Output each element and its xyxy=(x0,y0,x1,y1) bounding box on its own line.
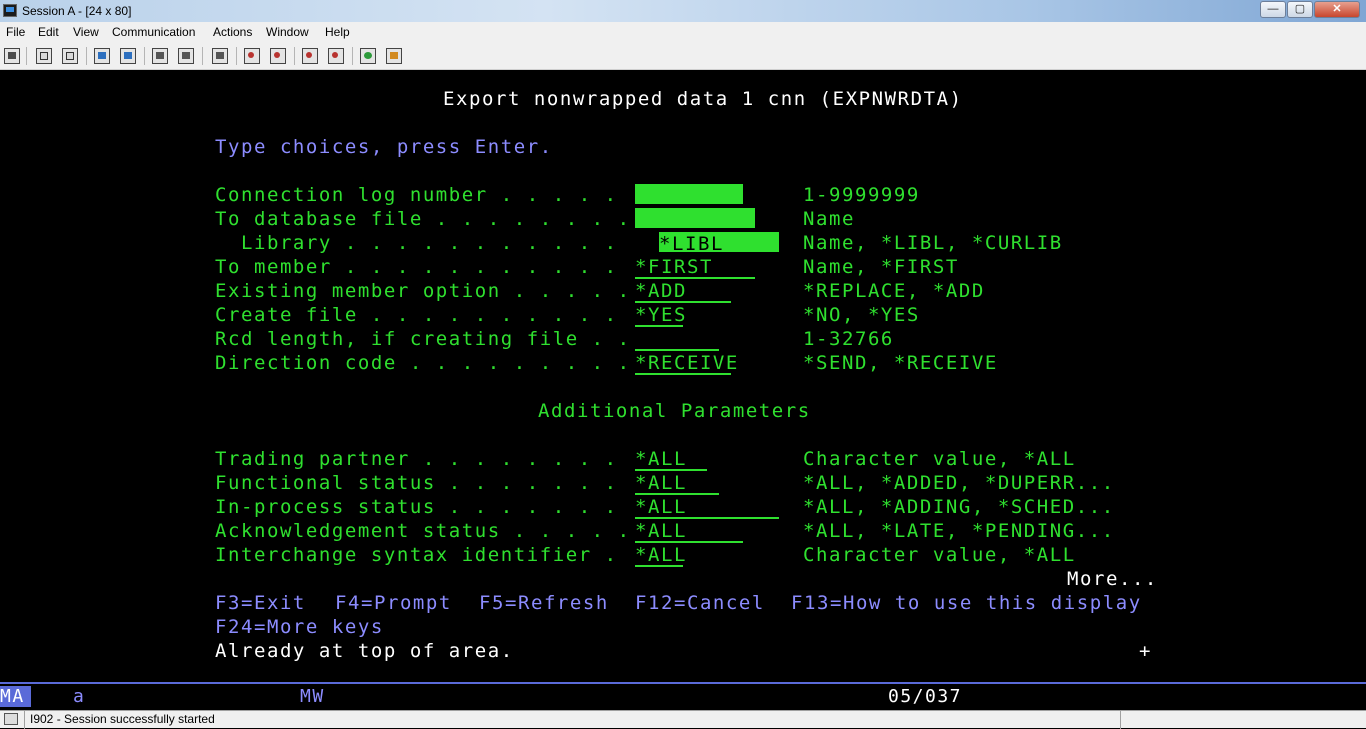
send-file-icon[interactable] xyxy=(94,48,110,64)
toolbar-separator xyxy=(86,47,87,65)
field-label-interchange-syntax: Interchange syntax identifier . xyxy=(215,544,618,566)
screen-title: Export nonwrapped data 1 cnn (EXPNWRDTA) xyxy=(443,88,963,110)
macro-edit-icon[interactable] xyxy=(328,48,344,64)
interchange-syntax-input[interactable]: *ALL xyxy=(635,543,685,567)
connection-log-input[interactable] xyxy=(635,184,743,204)
toolbar-separator xyxy=(26,47,27,65)
functional-status-input[interactable]: *ALL xyxy=(635,471,719,495)
toolbar-separator xyxy=(144,47,145,65)
hint-rcd-length: 1-32766 xyxy=(803,328,894,350)
database-file-input[interactable] xyxy=(635,208,755,228)
menu-actions[interactable]: Actions xyxy=(213,25,252,39)
oia-shift: a xyxy=(73,686,86,707)
field-label-connection-log: Connection log number . . . . . xyxy=(215,184,618,206)
maximize-button[interactable]: ▢ xyxy=(1287,1,1313,18)
display-icon[interactable] xyxy=(152,48,168,64)
plus-indicator: + xyxy=(1139,640,1152,662)
connection-icon xyxy=(4,713,18,725)
rcd-length-input[interactable] xyxy=(635,327,719,351)
direction-code-input[interactable]: *RECEIVE xyxy=(635,351,737,375)
close-button[interactable]: ✕ xyxy=(1314,1,1360,18)
trading-partner-input[interactable]: *ALL xyxy=(635,447,707,471)
app-icon[interactable] xyxy=(3,4,17,17)
toolbar xyxy=(0,42,1366,70)
field-label-library: Library . . . . . . . . . . . xyxy=(215,232,618,254)
receive-file-icon[interactable] xyxy=(120,48,136,64)
window-title: Session A - [24 x 80] xyxy=(22,4,132,18)
status-divider xyxy=(1120,711,1121,729)
fkey-prompt[interactable]: F4=Prompt xyxy=(335,591,452,615)
color-icon[interactable] xyxy=(360,48,376,64)
field-label-rcd-length: Rcd length, if creating file . . xyxy=(215,328,631,350)
hint-database-file: Name xyxy=(803,208,855,230)
play-macro-icon[interactable] xyxy=(270,48,286,64)
title-bar: Session A - [24 x 80] — ▢ ✕ xyxy=(0,0,1366,22)
toolbar-separator xyxy=(294,47,295,65)
field-label-existing-member: Existing member option . . . . . xyxy=(215,280,631,302)
operator-info-area: MA a MW 05/037 xyxy=(0,684,1366,710)
fkey-cancel[interactable]: F12=Cancel xyxy=(635,591,765,615)
hint-library: Name, *LIBL, *CURLIB xyxy=(803,232,1063,254)
field-label-to-member: To member . . . . . . . . . . . xyxy=(215,256,618,278)
status-message: I902 - Session successfully started xyxy=(30,712,215,726)
menu-view[interactable]: View xyxy=(73,25,99,39)
field-label-ack-status: Acknowledgement status . . . . . xyxy=(215,520,631,542)
paste-icon[interactable] xyxy=(62,48,78,64)
hint-trading-partner: Character value, *ALL xyxy=(803,448,1076,470)
copy-icon[interactable] xyxy=(36,48,52,64)
terminal-screen: Export nonwrapped data 1 cnn (EXPNWRDTA)… xyxy=(0,70,1366,682)
toolbar-separator xyxy=(352,47,353,65)
macro-icon[interactable] xyxy=(212,48,228,64)
toolbar-separator xyxy=(236,47,237,65)
keypad-icon[interactable] xyxy=(178,48,194,64)
hint-existing-member: *REPLACE, *ADD xyxy=(803,280,985,302)
menu-bar: File Edit View Communication Actions Win… xyxy=(0,22,1366,42)
hint-to-member: Name, *FIRST xyxy=(803,256,959,278)
hint-ack-status: *ALL, *LATE, *PENDING... xyxy=(803,520,1115,542)
hint-direction-code: *SEND, *RECEIVE xyxy=(803,352,998,374)
cursor-position: 05/037 xyxy=(888,686,963,707)
customize-icon[interactable] xyxy=(386,48,402,64)
more-indicator: More... xyxy=(1067,568,1158,590)
field-label-trading-partner: Trading partner . . . . . . . . xyxy=(215,448,618,470)
field-label-in-process-status: In-process status . . . . . . . xyxy=(215,496,618,518)
status-bar: I902 - Session successfully started xyxy=(0,710,1366,729)
menu-file[interactable]: File xyxy=(6,25,25,39)
field-label-functional-status: Functional status . . . . . . . xyxy=(215,472,618,494)
minimize-button[interactable]: — xyxy=(1260,1,1286,18)
menu-window[interactable]: Window xyxy=(266,25,309,39)
fkey-refresh[interactable]: F5=Refresh xyxy=(479,591,609,615)
field-label-direction-code: Direction code . . . . . . . . . xyxy=(215,352,631,374)
message-line: Already at top of area. xyxy=(215,640,514,662)
menu-edit[interactable]: Edit xyxy=(38,25,59,39)
ack-status-input[interactable]: *ALL xyxy=(635,519,743,543)
menu-communication[interactable]: Communication xyxy=(112,25,195,39)
menu-help[interactable]: Help xyxy=(325,25,350,39)
stop-macro-icon[interactable] xyxy=(302,48,318,64)
record-macro-icon[interactable] xyxy=(244,48,260,64)
status-divider xyxy=(24,711,25,729)
hint-create-file: *NO, *YES xyxy=(803,304,920,326)
hint-connection-log: 1-9999999 xyxy=(803,184,920,206)
create-file-input[interactable]: *YES xyxy=(635,303,685,327)
field-label-create-file: Create file . . . . . . . . . . xyxy=(215,304,618,326)
to-member-input[interactable]: *FIRST xyxy=(635,255,755,279)
library-input[interactable]: *LIBL xyxy=(659,232,779,255)
instruction-text: Type choices, press Enter. xyxy=(215,136,553,158)
field-label-database-file: To database file . . . . . . . . xyxy=(215,208,631,230)
oia-mw: MW xyxy=(300,686,325,707)
oia-mode: MA xyxy=(0,686,31,707)
section-heading: Additional Parameters xyxy=(538,400,811,422)
print-screen-icon[interactable] xyxy=(4,48,20,64)
fkey-help[interactable]: F13=How to use this display xyxy=(791,591,1142,615)
in-process-status-input[interactable]: *ALL xyxy=(635,495,779,519)
fkey-exit[interactable]: F3=Exit xyxy=(215,591,306,615)
fkey-more-keys[interactable]: F24=More keys xyxy=(215,615,384,639)
existing-member-input[interactable]: *ADD xyxy=(635,279,731,303)
toolbar-separator xyxy=(202,47,203,65)
hint-in-process-status: *ALL, *ADDING, *SCHED... xyxy=(803,496,1115,518)
hint-functional-status: *ALL, *ADDED, *DUPERR... xyxy=(803,472,1115,494)
hint-interchange-syntax: Character value, *ALL xyxy=(803,544,1076,566)
